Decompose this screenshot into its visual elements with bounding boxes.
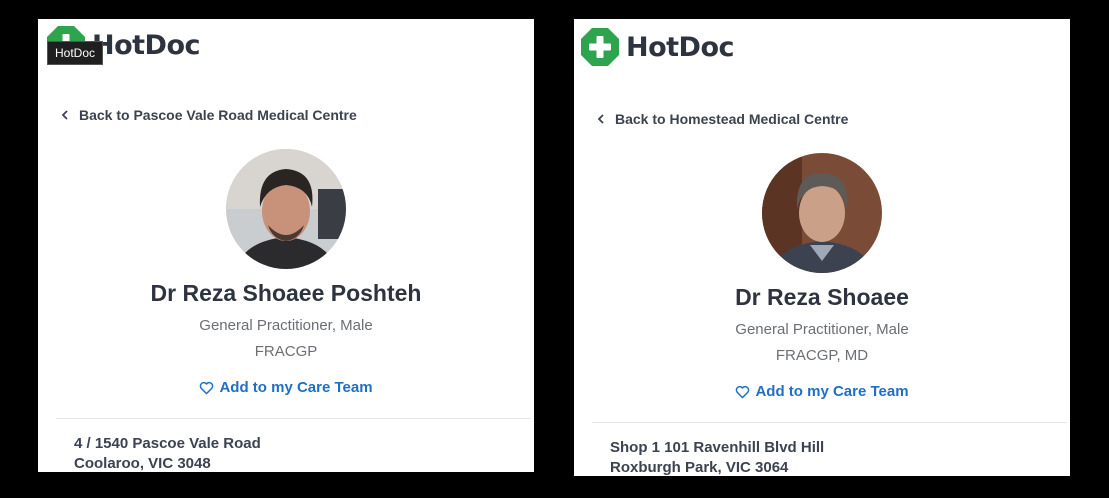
doctor-qualifications: FRACGP, MD bbox=[775, 347, 869, 364]
back-to-practice-link[interactable]: Back to Homestead Medical Centre bbox=[596, 111, 848, 127]
heart-outline-icon bbox=[736, 385, 750, 398]
doctor-role: General Practitioner, Male bbox=[199, 317, 373, 334]
address-line-1: 4 / 1540 Pascoe Vale Road bbox=[74, 435, 261, 452]
divider bbox=[592, 422, 1067, 423]
chevron-left-icon bbox=[597, 114, 604, 124]
address-line-1: Shop 1 101 Ravenhill Blvd Hill bbox=[610, 439, 825, 456]
doctor-role: General Practitioner, Male bbox=[735, 321, 909, 338]
practice-address: 4 / 1540 Pascoe Vale Road Coolaroo, VIC … bbox=[74, 434, 261, 472]
address-line-2: Coolaroo, VIC 3048 bbox=[74, 455, 211, 472]
profile-panel-left: HotDoc HotDoc Back to Pascoe Vale Road M… bbox=[38, 19, 534, 472]
chevron-left-icon bbox=[61, 110, 68, 120]
address-line-2: Roxburgh Park, VIC 3064 bbox=[610, 459, 789, 476]
divider bbox=[56, 418, 531, 419]
care-team-label: Add to my Care Team bbox=[755, 383, 909, 400]
practice-address: Shop 1 101 Ravenhill Blvd Hill Roxburgh … bbox=[610, 438, 824, 476]
back-to-practice-link[interactable]: Back to Pascoe Vale Road Medical Centre bbox=[60, 107, 357, 123]
doctor-avatar bbox=[762, 153, 882, 273]
logo-text: HotDoc bbox=[626, 31, 735, 63]
hotdoc-cross-icon bbox=[581, 28, 619, 66]
add-to-care-team-button[interactable]: Add to my Care Team bbox=[38, 379, 534, 396]
doctor-avatar bbox=[226, 149, 346, 269]
doctor-name: Dr Reza Shoaee bbox=[735, 284, 909, 310]
hotdoc-logo[interactable]: HotDoc bbox=[580, 27, 735, 67]
logo-tooltip: HotDoc bbox=[47, 41, 104, 65]
doctor-qualifications: FRACGP bbox=[254, 343, 318, 360]
heart-outline-icon bbox=[200, 381, 214, 394]
logo-text: HotDoc bbox=[92, 29, 201, 61]
care-team-label: Add to my Care Team bbox=[219, 379, 373, 396]
profile-panel-right: HotDoc Back to Homestead Medical Centre … bbox=[574, 19, 1070, 476]
add-to-care-team-button[interactable]: Add to my Care Team bbox=[574, 383, 1070, 400]
back-link-label: Back to Pascoe Vale Road Medical Centre bbox=[79, 107, 357, 123]
doctor-name: Dr Reza Shoaee Poshteh bbox=[150, 280, 422, 306]
back-link-label: Back to Homestead Medical Centre bbox=[615, 111, 849, 127]
